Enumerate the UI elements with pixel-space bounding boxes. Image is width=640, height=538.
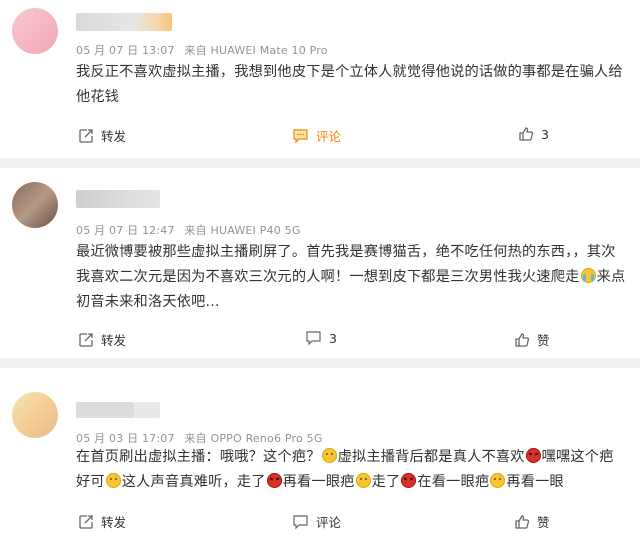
comment-label: 评论	[316, 129, 342, 144]
comment-date: 05 月 07 日 12:47	[76, 224, 175, 237]
avatar[interactable]	[12, 8, 58, 54]
comment-source: 来自 OPPO Reno6 Pro 5G	[184, 432, 323, 445]
text-line: 他花钱	[76, 89, 120, 105]
avatar[interactable]	[12, 392, 58, 438]
comment-meta: 05 月 03 日 17:07 来自 OPPO Reno6 Pro 5G	[76, 430, 329, 446]
username-redacted[interactable]	[76, 190, 160, 208]
comment-icon	[293, 514, 308, 529]
comment-label: 评论	[316, 515, 342, 530]
comment-source: 来自 HUAWEI P40 5G	[184, 224, 301, 237]
like-button[interactable]: 赞	[514, 330, 550, 349]
avatar[interactable]	[12, 182, 58, 228]
angry-emoji-icon	[401, 473, 417, 488]
repost-label: 转发	[101, 333, 127, 348]
comment-count: 3	[329, 330, 337, 346]
smile-emoji-icon	[321, 448, 337, 463]
like-label: 赞	[537, 515, 550, 530]
comment-text: 在首页刷出虚拟主播：哦哦？这个疤？ 虚拟主播背后都是真人不喜欢 嘿嘿这个疤 好可 这人…	[76, 445, 632, 495]
like-button[interactable]: 赞	[514, 512, 550, 531]
comment-source: 来自 HUAWEI Mate 10 Pro	[184, 44, 328, 57]
crying-emoji-icon	[580, 268, 596, 283]
text-line: 初音未来和洛天依吧...	[76, 294, 220, 310]
repost-label: 转发	[101, 129, 127, 144]
comment-card: 05 月 07 日 12:47 来自 HUAWEI P40 5G 最近微博要被那…	[0, 168, 640, 358]
comment-button[interactable]: 评论	[292, 512, 341, 531]
repost-icon	[79, 332, 93, 347]
text-line: 在首页刷出虚拟主播：哦哦？这个疤？ 虚拟主播背后都是真人不喜欢 嘿嘿这个疤	[76, 448, 614, 465]
repost-button[interactable]: 转发	[78, 126, 126, 145]
username-redacted[interactable]	[76, 402, 134, 418]
comment-icon	[293, 128, 308, 143]
like-label: 赞	[537, 333, 550, 348]
text-line: 我喜欢二次元是因为不喜欢三次元的人啊！一想到皮下都是三次男性我火速爬走 来点	[76, 268, 626, 285]
text-line: 最近微博要被那些虚拟主播刷屏了。首先我是赛博猫舌，绝不吃任何热的东西，，其次	[76, 244, 616, 260]
comment-button[interactable]: 评论	[292, 126, 341, 145]
username-redacted	[134, 402, 160, 418]
repost-label: 转发	[101, 515, 127, 530]
comment-date: 05 月 07 日 13:07	[76, 44, 175, 57]
text-line: 我反正不喜欢虚拟主播，我想到他皮下是个立体人就觉得他说的话做的事都是在骗人给	[76, 64, 623, 80]
comment-date: 05 月 03 日 17:07	[76, 432, 175, 445]
smile-emoji-icon	[490, 473, 506, 488]
smile-emoji-icon	[355, 473, 371, 488]
angry-emoji-icon	[266, 473, 282, 488]
text-line: 好可 这人声音真难听，走了 再看一眼疤 走了 在看一眼疤 再看一眼	[76, 473, 564, 490]
comment-card: 05 月 03 日 17:07 来自 OPPO Reno6 Pro 5G 在首页…	[0, 368, 640, 538]
comment-meta: 05 月 07 日 13:07 来自 HUAWEI Mate 10 Pro	[76, 42, 334, 58]
like-button[interactable]: 3	[518, 126, 549, 142]
comment-meta: 05 月 07 日 12:47 来自 HUAWEI P40 5G	[76, 222, 307, 238]
smile-emoji-icon	[105, 473, 121, 488]
repost-icon	[79, 514, 93, 529]
comment-card: 05 月 07 日 13:07 来自 HUAWEI Mate 10 Pro 我反…	[0, 0, 640, 158]
username-redacted[interactable]	[76, 13, 172, 31]
thumbs-up-icon	[515, 514, 530, 529]
angry-emoji-icon	[525, 448, 541, 463]
repost-button[interactable]: 转发	[78, 512, 126, 531]
like-count: 3	[541, 126, 549, 142]
comment-button[interactable]: 3	[305, 330, 337, 346]
comment-text: 我反正不喜欢虚拟主播，我想到他皮下是个立体人就觉得他说的话做的事都是在骗人给 他…	[76, 60, 632, 110]
thumbs-up-icon	[515, 332, 530, 347]
repost-button[interactable]: 转发	[78, 330, 126, 349]
repost-icon	[79, 128, 93, 143]
comment-text: 最近微博要被那些虚拟主播刷屏了。首先我是赛博猫舌，绝不吃任何热的东西，，其次 我…	[76, 240, 632, 315]
comment-icon	[306, 331, 321, 346]
thumbs-up-icon	[519, 127, 534, 141]
